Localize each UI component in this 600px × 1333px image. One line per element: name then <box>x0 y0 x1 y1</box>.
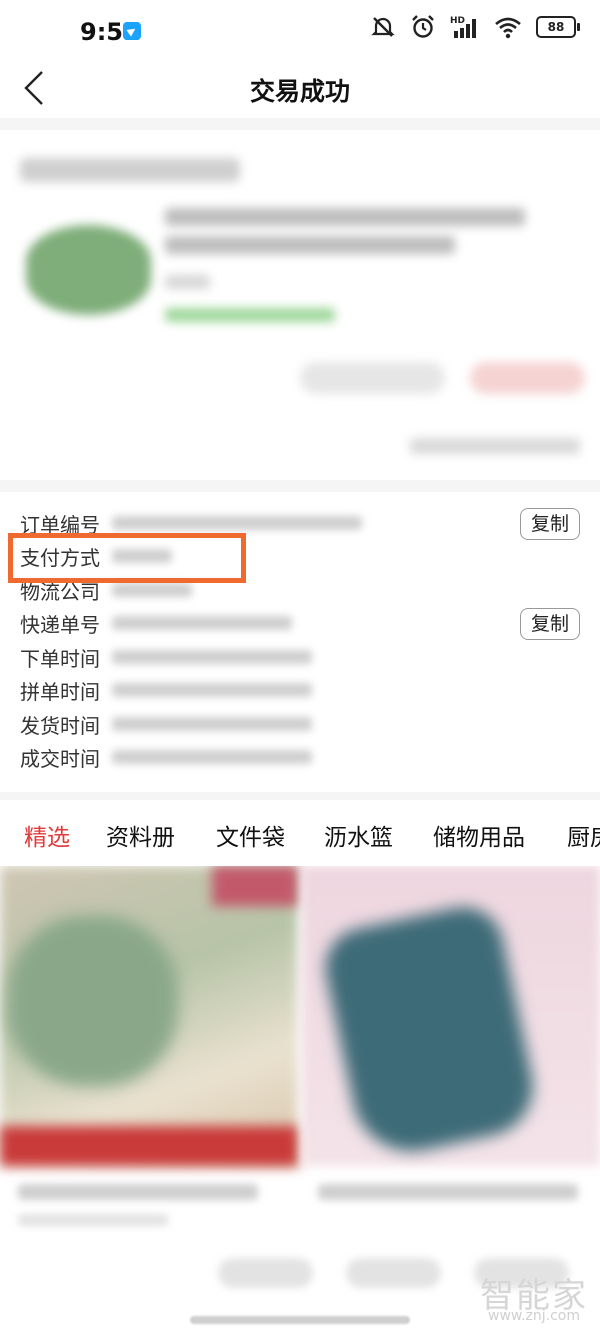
info-value <box>112 683 312 697</box>
product-title-line <box>165 208 525 226</box>
category-tabs: 精选 资料册 文件袋 沥水篮 储物用品 厨房 <box>0 800 600 866</box>
info-row-ship-time: 发货时间 <box>20 709 312 739</box>
page-title: 交易成功 <box>249 77 350 106</box>
status-bar: 9:51 HD 88 <box>0 0 600 62</box>
info-value <box>112 583 192 597</box>
mute-icon <box>371 17 395 37</box>
copy-tracking-number-button[interactable]: 复制 <box>520 608 580 640</box>
info-label: 成交时间 <box>20 746 100 771</box>
battery-icon: 88 <box>536 16 580 38</box>
tab-kitchen[interactable]: 厨房 <box>567 818 600 852</box>
signal-hd-icon: HD <box>450 16 476 38</box>
info-label: 拼单时间 <box>20 679 100 704</box>
info-row-tracking-number: 快递单号 <box>20 608 292 638</box>
bottom-action-pill[interactable] <box>218 1258 313 1288</box>
product-image-tag <box>212 866 298 906</box>
shop-name[interactable] <box>20 158 240 182</box>
product-caption[interactable] <box>318 1184 578 1200</box>
info-label: 下单时间 <box>20 646 100 671</box>
info-value <box>112 750 312 764</box>
product-thumbnail[interactable] <box>26 225 151 315</box>
info-label: 快递单号 <box>20 612 100 637</box>
app-notification-icon <box>123 22 141 40</box>
status-icons: HD 88 <box>370 14 580 40</box>
product-image-detail <box>8 916 178 1086</box>
page-header: 交易成功 <box>0 62 600 118</box>
info-row-order-time: 下单时间 <box>20 642 312 672</box>
info-value <box>112 616 292 630</box>
payment-method-highlight <box>8 533 246 583</box>
action-button[interactable] <box>470 362 585 394</box>
product-caption-sub <box>18 1214 168 1226</box>
info-value <box>112 717 312 731</box>
price-summary <box>410 438 580 454</box>
tab-binders[interactable]: 资料册 <box>106 818 175 852</box>
svg-text:HD: HD <box>450 16 465 26</box>
recommend-grid <box>0 866 600 1333</box>
tab-storage[interactable]: 储物用品 <box>433 818 525 852</box>
tab-file-bags[interactable]: 文件袋 <box>216 818 285 852</box>
info-row-deal-time: 成交时间 <box>20 742 312 772</box>
action-button[interactable] <box>300 362 445 394</box>
product-title-line <box>165 236 455 254</box>
product-badge <box>165 308 335 322</box>
bottom-action-pill[interactable] <box>346 1258 441 1288</box>
wifi-icon <box>495 17 521 39</box>
info-value <box>112 516 362 530</box>
product-spec <box>165 275 210 289</box>
order-product-card[interactable] <box>0 130 600 480</box>
info-label: 发货时间 <box>20 713 100 738</box>
info-row-group-time: 拼单时间 <box>20 675 312 705</box>
product-image-banner <box>0 1126 298 1166</box>
copy-order-number-button[interactable]: 复制 <box>520 508 580 540</box>
home-indicator[interactable] <box>190 1316 410 1324</box>
tab-featured[interactable]: 精选 <box>24 818 70 852</box>
product-caption[interactable] <box>18 1184 258 1200</box>
tab-drain-baskets[interactable]: 沥水篮 <box>324 818 393 852</box>
alarm-icon <box>412 15 434 38</box>
watermark-url: www.znj.com <box>488 1308 580 1324</box>
info-value <box>112 650 312 664</box>
